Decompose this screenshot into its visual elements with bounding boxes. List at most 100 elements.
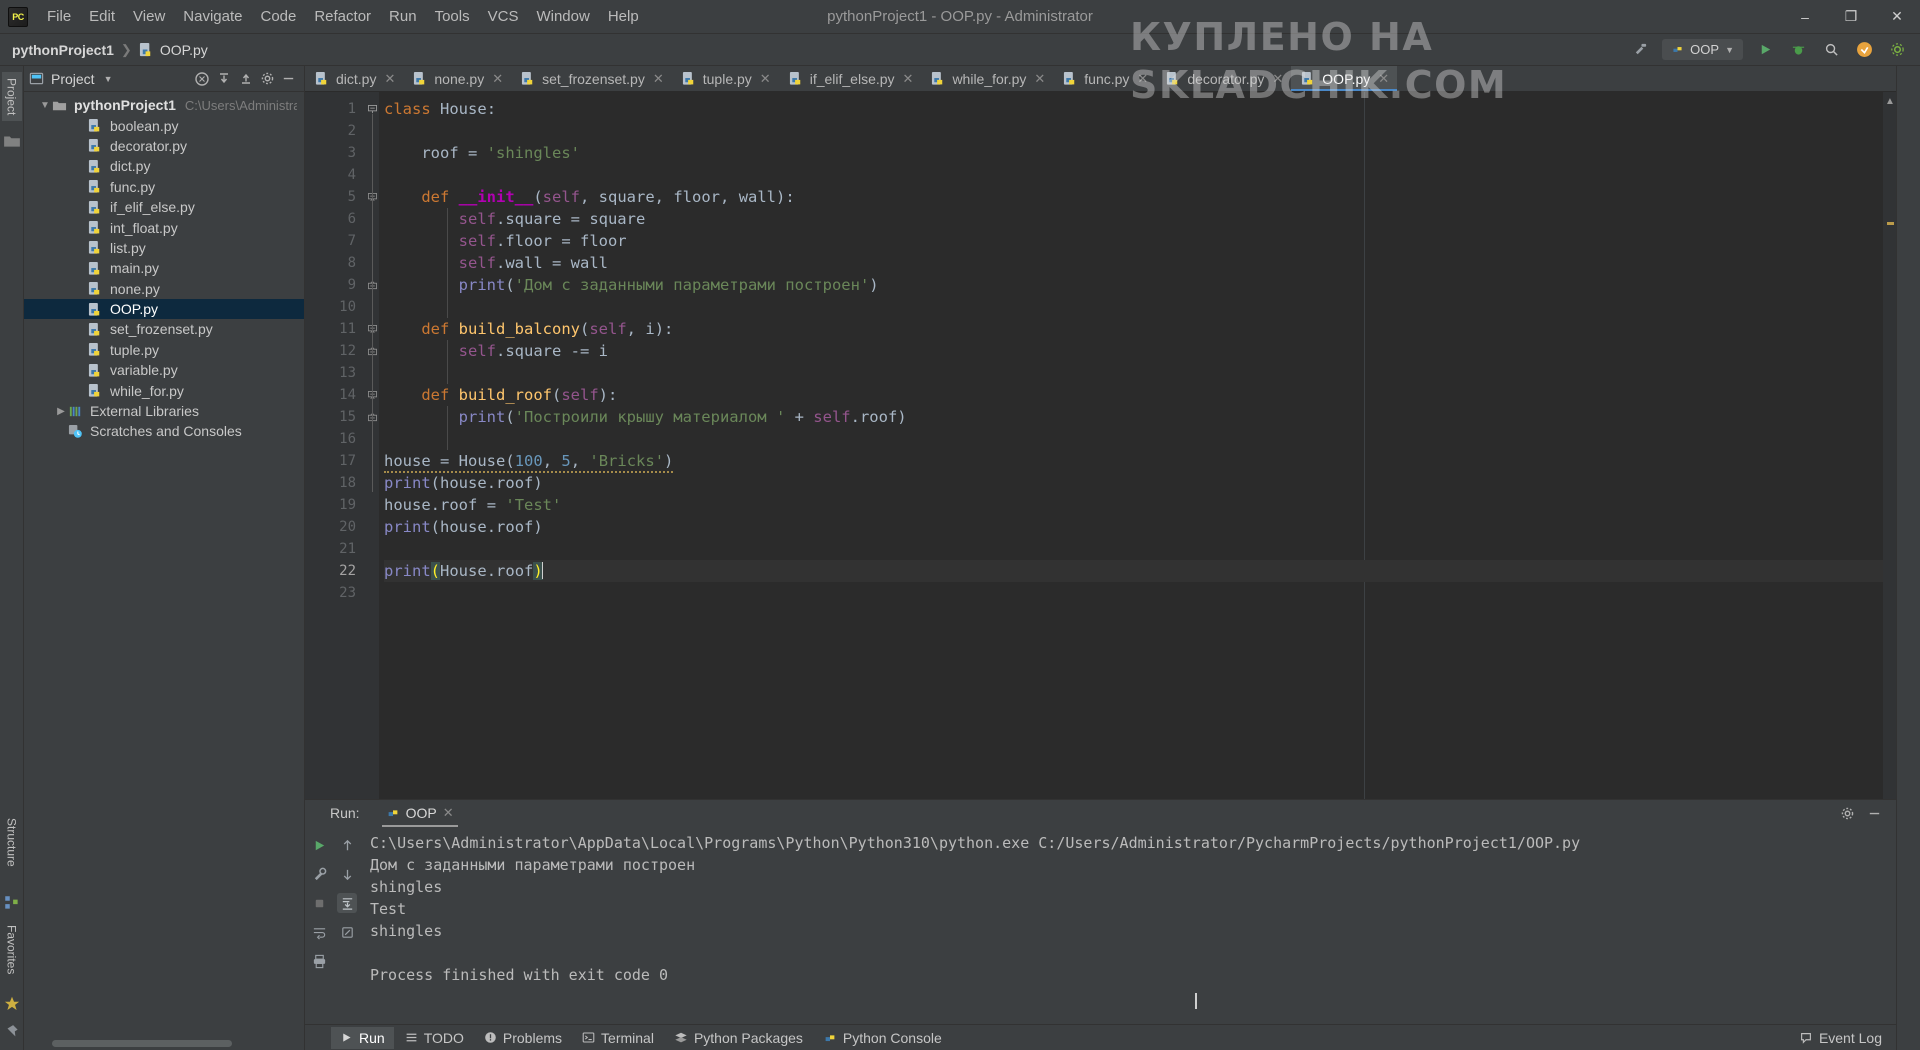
structure-icon[interactable] <box>3 894 21 912</box>
menu-view[interactable]: View <box>124 2 174 31</box>
debug-icon[interactable] <box>1787 39 1809 61</box>
breadcrumb-file[interactable]: OOP.py <box>160 42 208 58</box>
menu-refactor[interactable]: Refactor <box>305 2 380 31</box>
tree-node-variable-py[interactable]: variable.py <box>24 360 304 380</box>
tree-node-root[interactable]: ▼ pythonProject1 C:\Users\Administrator\… <box>24 95 304 115</box>
editor-tab-if-elif-else-py[interactable]: if_elif_else.py ✕ <box>779 66 922 91</box>
rail-tab-structure[interactable]: Structure <box>2 812 22 873</box>
editor-tab-while-for-py[interactable]: while_for.py ✕ <box>921 66 1053 91</box>
editor-tab-tuple-py[interactable]: tuple.py ✕ <box>672 66 779 91</box>
tool-window-python-console[interactable]: Python Console <box>814 1027 951 1049</box>
close-icon[interactable]: ✕ <box>1034 71 1045 87</box>
run-configuration-selector[interactable]: OOP ▼ <box>1662 39 1743 60</box>
close-icon[interactable]: ✕ <box>492 71 503 87</box>
rerun-icon[interactable] <box>309 835 329 855</box>
stop-icon[interactable] <box>309 893 329 913</box>
minimize-button[interactable]: – <box>1782 0 1828 34</box>
editor-tab-dict-py[interactable]: dict.py ✕ <box>305 66 403 91</box>
editor-fold-column[interactable] <box>365 92 379 799</box>
scroll-to-end-icon[interactable] <box>337 893 357 913</box>
event-log-button[interactable]: Event Log <box>1799 1030 1882 1046</box>
tree-node-list-py[interactable]: list.py <box>24 238 304 258</box>
soft-wrap-icon[interactable] <box>309 922 329 942</box>
maximize-button[interactable]: ❐ <box>1828 0 1874 34</box>
clear-all-icon[interactable] <box>337 922 357 942</box>
tree-node-dict-py[interactable]: dict.py <box>24 156 304 176</box>
build-hammer-icon[interactable] <box>1629 39 1651 61</box>
menu-run[interactable]: Run <box>380 2 426 31</box>
tool-window-run[interactable]: Run <box>331 1026 394 1049</box>
chevron-up-icon[interactable]: ▲ <box>1885 96 1895 107</box>
tree-node-int-float-py[interactable]: int_float.py <box>24 217 304 237</box>
tree-node-tuple-py[interactable]: tuple.py <box>24 340 304 360</box>
print-icon[interactable] <box>309 951 329 971</box>
close-icon[interactable]: ✕ <box>1378 71 1389 87</box>
menu-tools[interactable]: Tools <box>426 2 479 31</box>
editor-tab-oop-py[interactable]: OOP.py ✕ <box>1291 66 1398 91</box>
tool-window-problems[interactable]: Problems <box>475 1027 571 1049</box>
close-icon[interactable]: ✕ <box>1272 71 1283 87</box>
chevron-down-icon[interactable]: ▼ <box>104 74 113 84</box>
run-tab-oop[interactable]: OOP ✕ <box>378 802 462 827</box>
menu-help[interactable]: Help <box>599 2 648 31</box>
settings-gear-icon[interactable] <box>260 71 275 86</box>
close-icon[interactable]: ✕ <box>384 71 395 87</box>
tool-window-todo[interactable]: TODO <box>396 1027 473 1049</box>
rail-tab-favorites[interactable]: Favorites <box>2 919 22 980</box>
close-icon[interactable]: ✕ <box>1137 71 1148 87</box>
menu-file[interactable]: File <box>38 2 80 31</box>
star-icon[interactable] <box>3 995 21 1013</box>
hide-panel-icon[interactable] <box>281 71 296 86</box>
breadcrumb-project[interactable]: pythonProject1 <box>12 42 114 58</box>
editor-tab-none-py[interactable]: none.py ✕ <box>403 66 511 91</box>
tree-node-oop-py[interactable]: OOP.py <box>24 298 304 320</box>
code-text-area[interactable]: class House: roof = 'shingles' def __ini… <box>379 92 1883 799</box>
update-project-icon[interactable] <box>1853 39 1875 61</box>
menu-vcs[interactable]: VCS <box>479 2 528 31</box>
folder-icon[interactable] <box>3 132 21 150</box>
editor-tab-func-py[interactable]: func.py ✕ <box>1053 66 1156 91</box>
up-arrow-icon[interactable] <box>337 835 357 855</box>
tree-node-while-for-py[interactable]: while_for.py <box>24 380 304 400</box>
locate-file-icon[interactable] <box>194 71 210 87</box>
warning-marker[interactable] <box>1887 222 1894 225</box>
code-editor[interactable]: 1 2 3 4 5 6 7 8 9 10 11 12 13 14 15 16 1… <box>305 92 1896 799</box>
editor-tab-set-frozenset-py[interactable]: set_frozenset.py ✕ <box>511 66 672 91</box>
search-icon[interactable] <box>1820 39 1842 61</box>
tree-node-decorator-py[interactable]: decorator.py <box>24 136 304 156</box>
editor-marker-bar[interactable]: ▲ <box>1883 92 1896 799</box>
tree-node-none-py[interactable]: none.py <box>24 279 304 299</box>
editor-gutter[interactable]: 1 2 3 4 5 6 7 8 9 10 11 12 13 14 15 16 1… <box>305 92 365 799</box>
down-arrow-icon[interactable] <box>337 864 357 884</box>
rail-tab-project[interactable]: Project <box>1 72 22 122</box>
menu-window[interactable]: Window <box>527 2 598 31</box>
close-icon[interactable]: ✕ <box>760 71 771 87</box>
wrench-icon[interactable] <box>309 864 329 884</box>
editor-tab-decorator-py[interactable]: decorator.py ✕ <box>1156 66 1291 91</box>
tree-node-main-py[interactable]: main.py <box>24 258 304 278</box>
menu-navigate[interactable]: Navigate <box>174 2 251 31</box>
settings-gear-icon[interactable] <box>1840 806 1855 821</box>
tree-node-boolean-py[interactable]: boolean.py <box>24 115 304 135</box>
tool-window-python-packages[interactable]: Python Packages <box>665 1027 812 1049</box>
run-icon[interactable] <box>1754 39 1776 61</box>
tree-node-external-libraries[interactable]: ▶ External Libraries <box>24 401 304 421</box>
project-tree-horizontal-scrollbar[interactable] <box>52 1040 300 1047</box>
tree-node-set-frozenset-py[interactable]: set_frozenset.py <box>24 319 304 339</box>
tree-node-scratches-and-consoles[interactable]: Scratches and Consoles <box>24 421 304 441</box>
run-console-output[interactable]: C:\Users\Administrator\AppData\Local\Pro… <box>362 826 1896 1024</box>
expand-all-icon[interactable] <box>216 71 232 87</box>
tool-window-terminal[interactable]: Terminal <box>573 1027 663 1049</box>
tree-node-if-elif-else-py[interactable]: if_elif_else.py <box>24 197 304 217</box>
pin-icon[interactable] <box>3 1024 21 1042</box>
close-icon[interactable]: ✕ <box>903 71 914 87</box>
collapse-all-icon[interactable] <box>238 71 254 87</box>
tree-node-func-py[interactable]: func.py <box>24 177 304 197</box>
project-file-tree[interactable]: ▼ pythonProject1 C:\Users\Administrator\… <box>24 92 304 1040</box>
close-icon[interactable]: ✕ <box>443 805 454 821</box>
chevron-right-icon[interactable]: ▶ <box>54 406 68 417</box>
close-button[interactable]: ✕ <box>1874 0 1920 34</box>
chevron-down-icon[interactable]: ▼ <box>38 100 52 111</box>
settings-gear-icon[interactable] <box>1886 39 1908 61</box>
close-icon[interactable]: ✕ <box>653 71 664 87</box>
